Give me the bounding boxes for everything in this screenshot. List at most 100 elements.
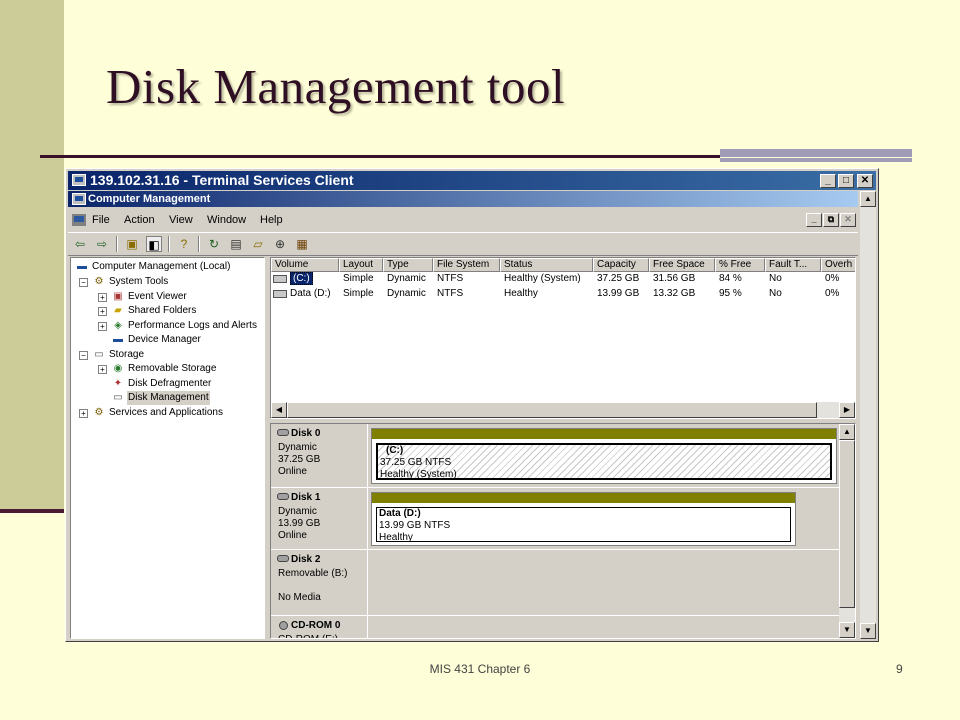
expand-icon[interactable]: + [98, 322, 107, 331]
maximize-button[interactable]: □ [838, 174, 854, 188]
scroll-up-icon[interactable]: ▲ [860, 191, 876, 207]
disk-row[interactable]: Disk 0 Dynamic 37.25 GB Online (C:) 37.2… [271, 424, 841, 488]
mdi-restore-button[interactable]: ⧉ [823, 213, 839, 227]
event-viewer-icon: ▣ [113, 291, 123, 302]
menu-view[interactable]: View [169, 214, 193, 226]
disk-name: Disk 2 [291, 554, 321, 565]
close-button[interactable]: ✕ [857, 174, 873, 188]
scroll-left-icon[interactable]: ◀ [271, 402, 287, 418]
tree-item-label: Services and Applications [109, 407, 223, 418]
tree-item-label: Shared Folders [128, 305, 197, 316]
tree-item-label: Event Viewer [128, 291, 187, 302]
show-hide-tree-icon[interactable]: ◧ [146, 236, 162, 252]
terminal-services-window: 139.102.31.16 - Terminal Services Client… [65, 168, 879, 642]
column-percent-free[interactable]: % Free [715, 258, 765, 272]
system-menu-icon[interactable] [72, 214, 86, 226]
column-capacity[interactable]: Capacity [593, 258, 649, 272]
volume-block-inner[interactable]: (C:) 37.25 GB NTFS Healthy (System) [376, 443, 832, 480]
menu-file[interactable]: File [92, 214, 110, 226]
disk-type: Removable (B:) [278, 568, 348, 579]
refresh-icon[interactable]: ↻ [206, 236, 222, 252]
volume-drive-icon [273, 290, 287, 298]
disk-label[interactable]: Disk 1 Dynamic 13.99 GB Online [271, 488, 368, 549]
disk-row[interactable]: CD-ROM 0 CD-ROM (E:) [271, 616, 841, 638]
volume-block-c[interactable]: (C:) 37.25 GB NTFS Healthy (System) [371, 428, 837, 484]
collapse-icon[interactable]: − [79, 278, 88, 287]
column-fault-tolerance[interactable]: Fault T... [765, 258, 821, 272]
volume-block-inner[interactable]: Data (D:) 13.99 GB NTFS Healthy [376, 507, 791, 543]
volume-block-d[interactable]: Data (D:) 13.99 GB NTFS Healthy [371, 492, 796, 546]
up-folder-icon[interactable]: ▣ [124, 236, 140, 252]
menu-bar: File Action View Window Help _ ⧉ ✕ [68, 210, 858, 230]
title-rule-accent [720, 149, 912, 157]
title-rule [40, 155, 720, 158]
disk-label[interactable]: Disk 0 Dynamic 37.25 GB Online [271, 424, 368, 487]
mdi-minimize-button[interactable]: _ [806, 213, 822, 227]
volume-name: Data (D:) [379, 508, 421, 519]
column-overhead[interactable]: Overh [821, 258, 855, 272]
disk-graphical-view[interactable]: Disk 0 Dynamic 37.25 GB Online (C:) 37.2… [270, 423, 856, 639]
column-free-space[interactable]: Free Space [649, 258, 715, 272]
disk-name: Disk 0 [291, 428, 321, 439]
scrollbar-thumb[interactable] [839, 440, 855, 608]
expand-icon[interactable]: + [98, 293, 107, 302]
column-status[interactable]: Status [500, 258, 593, 272]
computer-management-titlebar[interactable]: Computer Management [68, 191, 858, 207]
disk-label[interactable]: CD-ROM 0 CD-ROM (E:) [271, 616, 368, 638]
volume-drive-icon [273, 275, 287, 283]
volume-status: Healthy [379, 532, 413, 543]
collapse-icon[interactable]: − [79, 351, 88, 360]
menu-help[interactable]: Help [260, 214, 283, 226]
column-file-system[interactable]: File System [433, 258, 500, 272]
disk-row[interactable]: Disk 1 Dynamic 13.99 GB Online Data (D:)… [271, 488, 841, 550]
disk-status: Online [278, 530, 307, 541]
volume-status: Healthy (System) [380, 469, 457, 480]
mdi-close-button[interactable]: ✕ [840, 213, 856, 227]
expand-icon[interactable]: + [79, 409, 88, 418]
left-accent-line [0, 509, 64, 513]
scroll-down-icon[interactable]: ▼ [860, 623, 876, 639]
scroll-up-icon[interactable]: ▲ [839, 424, 855, 440]
zoom-icon[interactable]: ⊕ [272, 236, 288, 252]
empty-disk-area [369, 550, 841, 615]
expand-icon[interactable]: + [98, 365, 107, 374]
menu-window[interactable]: Window [207, 214, 246, 226]
menu-action[interactable]: Action [124, 214, 155, 226]
export-icon[interactable]: ▦ [294, 236, 310, 252]
column-type[interactable]: Type [383, 258, 433, 272]
graph-vertical-scrollbar[interactable]: ▲ ▼ [839, 424, 855, 638]
help-icon[interactable]: ? [176, 236, 192, 252]
tree-item-label: Storage [109, 349, 145, 360]
minimize-button[interactable]: _ [820, 174, 836, 188]
volume-list[interactable]: Volume Layout Type File System Status Ca… [270, 257, 856, 419]
open-icon[interactable]: ▱ [250, 236, 266, 252]
disk-label[interactable]: Disk 2 Removable (B:) No Media [271, 550, 368, 615]
list-horizontal-scrollbar[interactable]: ◀ ▶ [271, 402, 855, 418]
overhead-cell: 0% [825, 273, 840, 284]
scrollbar-thumb[interactable] [287, 402, 817, 418]
outer-vertical-scrollbar[interactable]: ▲ ▼ [860, 191, 876, 639]
column-layout[interactable]: Layout [339, 258, 383, 272]
volume-name: (C:) [386, 445, 404, 456]
console-tree[interactable]: ▬ Computer Management (Local) − ⚙ System… [70, 257, 265, 639]
properties-icon[interactable]: ▤ [228, 236, 244, 252]
forward-arrow-icon[interactable]: ⇨ [94, 236, 110, 252]
terminal-services-titlebar[interactable]: 139.102.31.16 - Terminal Services Client… [68, 171, 876, 190]
volume-cell: (C:) [290, 272, 313, 285]
back-arrow-icon[interactable]: ⇦ [72, 236, 88, 252]
tree-item-label: Disk Defragmenter [128, 378, 212, 389]
scroll-right-icon[interactable]: ▶ [839, 402, 855, 418]
hard-disk-icon [277, 493, 289, 500]
toolbar-separator [168, 236, 170, 252]
expand-icon[interactable]: + [98, 307, 107, 316]
scroll-down-icon[interactable]: ▼ [839, 622, 855, 638]
storage-icon: ▭ [94, 349, 104, 360]
capacity-cell: 13.99 GB [597, 288, 640, 299]
removable-disk-icon [277, 555, 289, 562]
defragmenter-icon: ✦ [113, 378, 123, 389]
cdrom-icon [279, 621, 288, 630]
column-volume[interactable]: Volume [271, 258, 339, 272]
tree-item-label: Computer Management (Local) [92, 261, 231, 272]
volume-list-header: Volume Layout Type File System Status Ca… [271, 258, 855, 272]
disk-row[interactable]: Disk 2 Removable (B:) No Media [271, 550, 841, 616]
